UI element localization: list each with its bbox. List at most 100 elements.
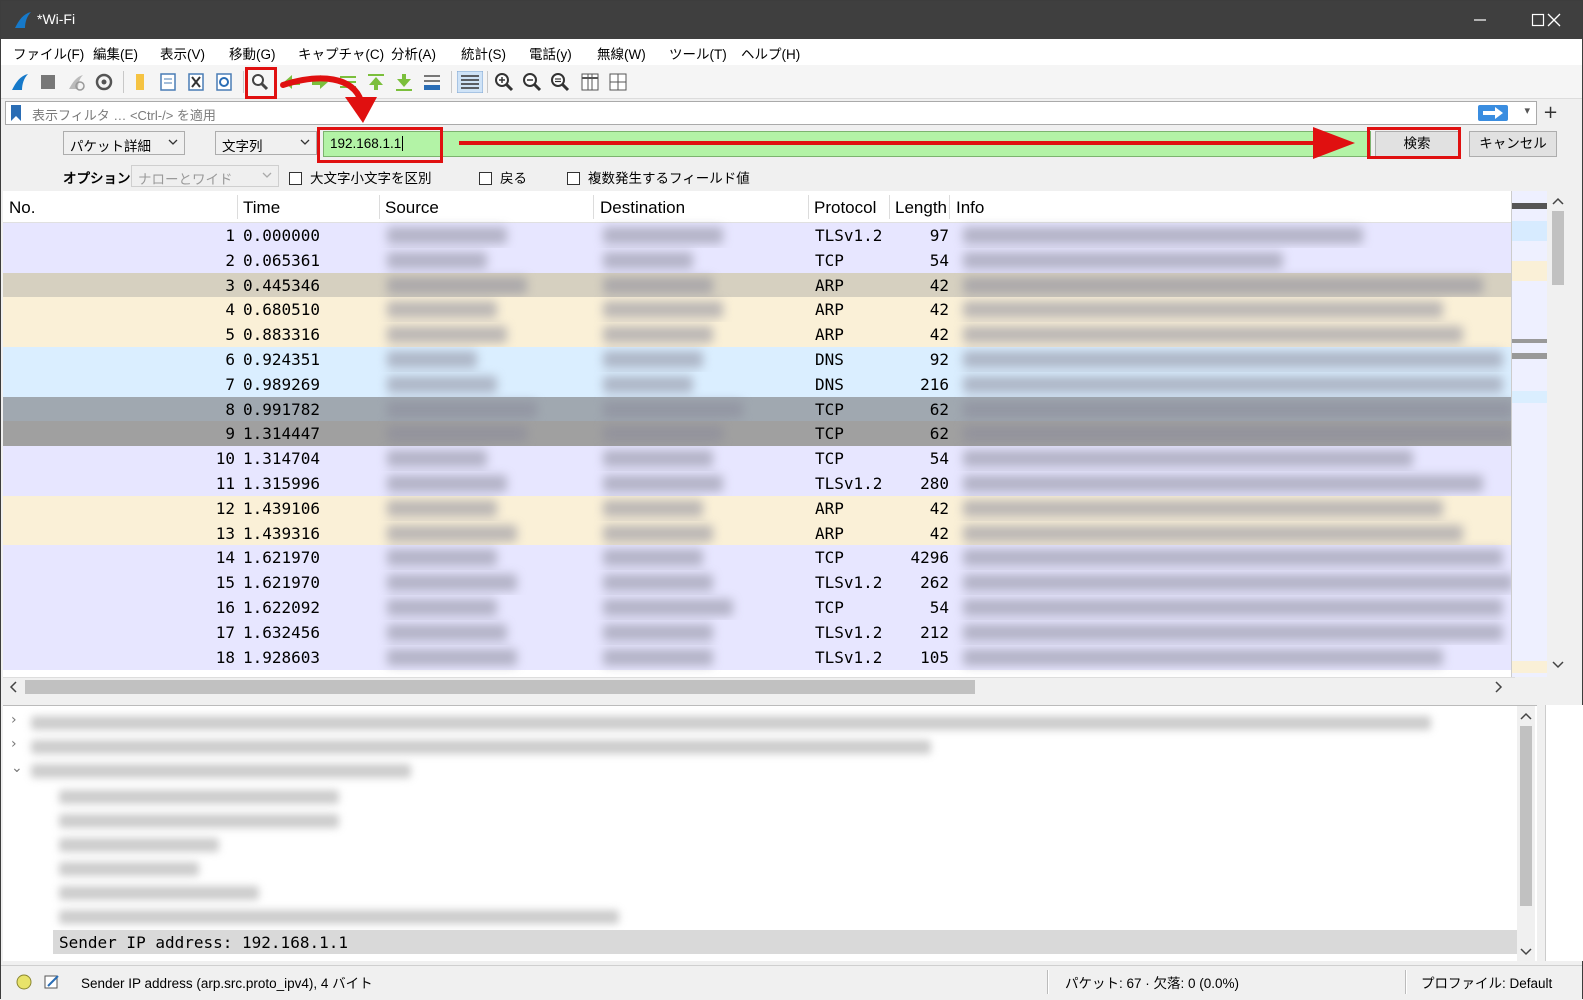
capture-comment-icon[interactable]: [43, 973, 61, 991]
column-header-protocol[interactable]: Protocol: [814, 198, 876, 218]
packet-row[interactable]: 8 0.991782 TCP 62: [3, 396, 1515, 422]
zoom-out-icon[interactable]: [521, 71, 543, 93]
scroll-up-icon[interactable]: [1517, 708, 1535, 724]
packet-row[interactable]: 14 1.621970 TCP 4296: [3, 545, 1515, 571]
menu-help[interactable]: ヘルプ(H): [741, 43, 800, 63]
packet-row[interactable]: 2 0.065361 TCP 54: [3, 247, 1515, 273]
packet-row[interactable]: 15 1.621970 TLSv1.2 262: [3, 570, 1515, 596]
bookmark-icon[interactable]: [10, 105, 22, 121]
colorize-icon[interactable]: [457, 71, 483, 93]
packet-row[interactable]: 5 0.883316 ARP 42: [3, 322, 1515, 348]
menu-analyze[interactable]: 分析(A): [391, 43, 436, 63]
packet-row[interactable]: 16 1.622092 TCP 54: [3, 595, 1515, 620]
column-divider[interactable]: [237, 195, 238, 219]
search-type-select[interactable]: 文字列: [215, 131, 317, 155]
packet-row[interactable]: 9 1.314447 TCP 62: [3, 421, 1515, 447]
resize-columns-icon[interactable]: [579, 71, 601, 93]
packet-row[interactable]: 11 1.315996 TLSv1.2 280: [3, 471, 1515, 496]
restart-capture-icon[interactable]: [65, 71, 87, 93]
cancel-button[interactable]: キャンセル: [1469, 131, 1557, 157]
close-button[interactable]: [1525, 1, 1583, 39]
display-filter-input[interactable]: 表示フィルタ … <Ctrl-/> を適用 ▾: [5, 101, 1537, 125]
go-back-icon[interactable]: [281, 71, 303, 93]
column-header-time[interactable]: Time: [243, 198, 280, 218]
reload-file-icon[interactable]: [213, 71, 235, 93]
scroll-left-icon[interactable]: [5, 678, 21, 696]
packet-row[interactable]: 7 0.989269 DNS 216: [3, 371, 1515, 397]
packet-row[interactable]: 13 1.439316 ARP 42: [3, 520, 1515, 546]
packet-length: 42: [929, 300, 949, 320]
menu-telephony[interactable]: 電話(y): [529, 43, 572, 63]
packet-list-hscrollbar[interactable]: [3, 677, 1515, 695]
menu-wireless[interactable]: 無線(W): [597, 43, 646, 63]
scroll-thumb[interactable]: [1520, 726, 1532, 906]
details-vscrollbar[interactable]: [1517, 706, 1535, 961]
search-in-select[interactable]: パケット詳細: [63, 131, 185, 155]
packet-row[interactable]: 17 1.632456 TLSv1.2 212: [3, 619, 1515, 645]
menu-file[interactable]: ファイル(F): [13, 43, 84, 63]
save-file-icon[interactable]: [157, 71, 179, 93]
zoom-normal-icon[interactable]: [549, 71, 571, 93]
capture-options-icon[interactable]: [93, 71, 115, 93]
column-header-destination[interactable]: Destination: [600, 198, 685, 218]
go-forward-icon[interactable]: [309, 71, 331, 93]
filter-history-dropdown[interactable]: ▾: [1524, 104, 1530, 117]
minimize-button[interactable]: [1451, 1, 1509, 39]
column-divider[interactable]: [949, 195, 950, 219]
column-header-info[interactable]: Info: [956, 198, 984, 218]
column-divider[interactable]: [593, 195, 594, 219]
last-packet-icon[interactable]: [393, 71, 415, 93]
packet-row[interactable]: 6 0.924351 DNS 92: [3, 347, 1515, 372]
column-divider[interactable]: [379, 195, 380, 219]
add-filter-button-icon[interactable]: +: [1543, 102, 1558, 123]
stop-capture-icon[interactable]: [37, 71, 59, 93]
menu-capture[interactable]: キャプチャ(C): [298, 43, 384, 63]
close-file-icon[interactable]: [185, 71, 207, 93]
menu-tools[interactable]: ツール(T): [669, 43, 727, 63]
checkbox-box[interactable]: [289, 172, 302, 185]
menu-edit[interactable]: 編集(E): [93, 43, 138, 63]
packet-minimap[interactable]: [1511, 191, 1547, 677]
apply-filter-button[interactable]: [1478, 105, 1508, 121]
selected-detail-line[interactable]: Sender IP address: 192.168.1.1: [53, 930, 1521, 954]
packet-row[interactable]: 12 1.439106 ARP 42: [3, 495, 1515, 521]
backwards-checkbox[interactable]: 戻る: [479, 167, 527, 187]
scroll-right-icon[interactable]: [1491, 678, 1507, 696]
column-divider[interactable]: [808, 195, 809, 219]
packet-row[interactable]: 4 0.680510 ARP 42: [3, 297, 1515, 323]
open-file-icon[interactable]: [129, 71, 151, 93]
column-layout-icon[interactable]: [607, 71, 629, 93]
packet-list-vscrollbar[interactable]: [1549, 191, 1567, 677]
menu-go[interactable]: 移動(G): [229, 43, 276, 63]
expert-info-icon[interactable]: [15, 973, 33, 991]
go-to-packet-icon[interactable]: [337, 71, 359, 93]
autoscroll-icon[interactable]: [421, 71, 443, 93]
scroll-down-icon[interactable]: [1517, 944, 1535, 960]
menu-view[interactable]: 表示(V): [160, 43, 205, 63]
packet-row[interactable]: 10 1.314704 TCP 54: [3, 446, 1515, 472]
checkbox-box[interactable]: [567, 172, 580, 185]
first-packet-icon[interactable]: [365, 71, 387, 93]
expand-caret-icon[interactable]: ›: [11, 712, 17, 728]
column-header-length[interactable]: Length: [895, 198, 947, 218]
find-string-input[interactable]: 192.168.1.1: [323, 131, 1371, 157]
scroll-thumb[interactable]: [1552, 211, 1564, 285]
column-header-source[interactable]: Source: [385, 198, 439, 218]
scroll-thumb[interactable]: [25, 680, 975, 694]
status-profile[interactable]: プロファイル: Default: [1421, 972, 1552, 992]
packet-row[interactable]: 3 0.445346 ARP 42: [3, 272, 1515, 298]
expand-caret-icon[interactable]: ›: [11, 736, 17, 752]
column-header-no[interactable]: No.: [9, 198, 35, 218]
packet-row[interactable]: 18 1.928603 TLSv1.2 105: [3, 644, 1515, 670]
menu-statistics[interactable]: 統計(S): [461, 43, 506, 63]
collapse-caret-icon[interactable]: ⌄: [11, 760, 23, 776]
multiple-occurrences-checkbox[interactable]: 複数発生するフィールド値: [567, 167, 750, 187]
packet-row[interactable]: 1 0.000000 TLSv1.2 97: [3, 223, 1515, 248]
zoom-in-icon[interactable]: [493, 71, 515, 93]
column-divider[interactable]: [889, 195, 890, 219]
scroll-up-icon[interactable]: [1549, 193, 1567, 209]
scroll-down-icon[interactable]: [1549, 657, 1567, 673]
checkbox-box[interactable]: [479, 172, 492, 185]
case-sensitive-checkbox[interactable]: 大文字小文字を区別: [289, 167, 432, 187]
start-capture-icon[interactable]: [9, 71, 31, 93]
